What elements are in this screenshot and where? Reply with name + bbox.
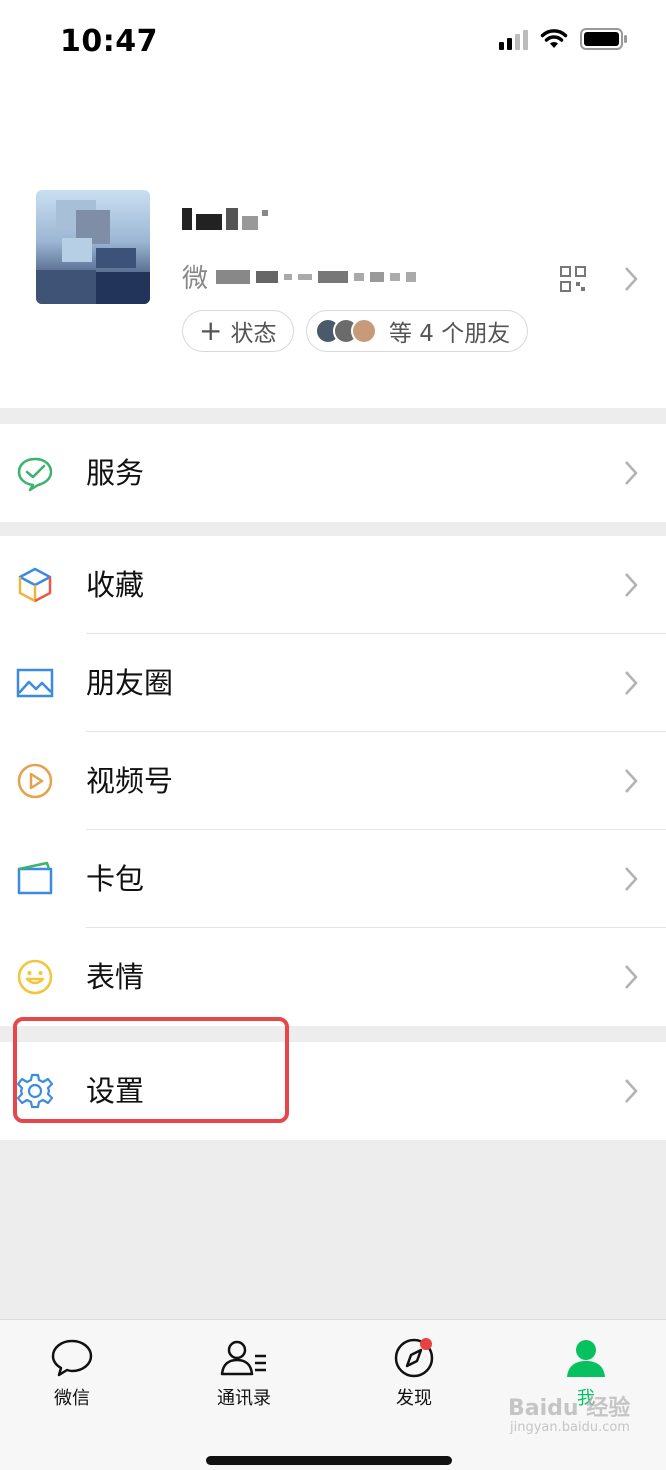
avatar[interactable] [36, 190, 150, 304]
chevron-right-icon [625, 671, 638, 695]
friends-status-pill[interactable]: 等 4 个朋友 [306, 310, 528, 352]
smiley-icon [17, 959, 53, 995]
notification-dot [420, 1338, 432, 1350]
cube-icon [18, 567, 52, 603]
menu-item-label: 视频号 [86, 764, 174, 798]
chevron-right-icon[interactable] [624, 266, 638, 292]
menu-item-services[interactable]: 服务 [0, 424, 666, 522]
person-icon [567, 1340, 605, 1377]
tab-discover[interactable]: 发现 [354, 1338, 474, 1410]
settings-highlight-annotation [13, 1017, 289, 1123]
menu-item-label: 朋友圈 [86, 666, 174, 700]
tab-label: 微信 [54, 1388, 90, 1409]
add-status-button[interactable]: + 状态 [182, 310, 294, 352]
wechat-id-label: 微 [182, 264, 209, 294]
menu-item-label: 表情 [86, 960, 145, 994]
menu-group-main: 收藏 朋友圈 视频号 卡包 表情 [0, 536, 666, 1026]
menu-item-label: 卡包 [86, 862, 145, 896]
menu-item-moments[interactable]: 朋友圈 [0, 634, 666, 732]
picture-icon [16, 668, 54, 698]
status-bar: 10:47 [0, 0, 666, 90]
status-label: 状态 [230, 321, 277, 347]
friend-avatars [315, 318, 377, 344]
chevron-right-icon [625, 461, 638, 485]
status-icons [499, 28, 628, 50]
menu-item-favorites[interactable]: 收藏 [0, 536, 666, 634]
contacts-icon [220, 1340, 266, 1376]
chevron-right-icon [625, 965, 638, 989]
profile-header[interactable]: 微 + 状态 等 4 个朋友 [0, 90, 666, 408]
chevron-right-icon [625, 867, 638, 891]
friends-status-label: 等 4 个朋友 [389, 321, 511, 347]
menu-item-label: 服务 [86, 456, 145, 490]
home-indicator[interactable] [206, 1456, 452, 1465]
chevron-right-icon [625, 573, 638, 597]
wechat-id: 微 [182, 258, 417, 295]
qr-code-icon[interactable] [560, 266, 586, 292]
tab-label: 发现 [396, 1388, 432, 1409]
wifi-icon [540, 29, 568, 48]
watermark-brand: Baidu 经验 [508, 1396, 631, 1421]
cellular-signal-icon [499, 28, 528, 50]
menu-item-channels[interactable]: 视频号 [0, 732, 666, 830]
watermark-url: jingyan.baidu.com [510, 1420, 630, 1435]
battery-icon [580, 28, 627, 50]
tab-chats[interactable]: 微信 [12, 1338, 132, 1410]
menu-item-cards[interactable]: 卡包 [0, 830, 666, 928]
chevron-right-icon [625, 1079, 638, 1103]
plus-icon: + [199, 314, 223, 347]
status-time: 10:47 [60, 24, 158, 59]
wechat-id-blurred [216, 269, 417, 284]
nickname-blurred [182, 208, 268, 230]
play-circle-icon [17, 763, 53, 799]
tab-label: 通讯录 [217, 1388, 271, 1409]
menu-group-services: 服务 [0, 424, 666, 522]
card-wallet-icon [17, 861, 53, 895]
menu-item-label: 收藏 [86, 568, 145, 602]
menu-item-stickers[interactable]: 表情 [0, 928, 666, 1026]
chevron-right-icon [625, 769, 638, 793]
wechat-pay-check-icon [17, 457, 53, 492]
chat-bubble-icon [51, 1339, 93, 1377]
tab-contacts[interactable]: 通讯录 [184, 1338, 304, 1410]
